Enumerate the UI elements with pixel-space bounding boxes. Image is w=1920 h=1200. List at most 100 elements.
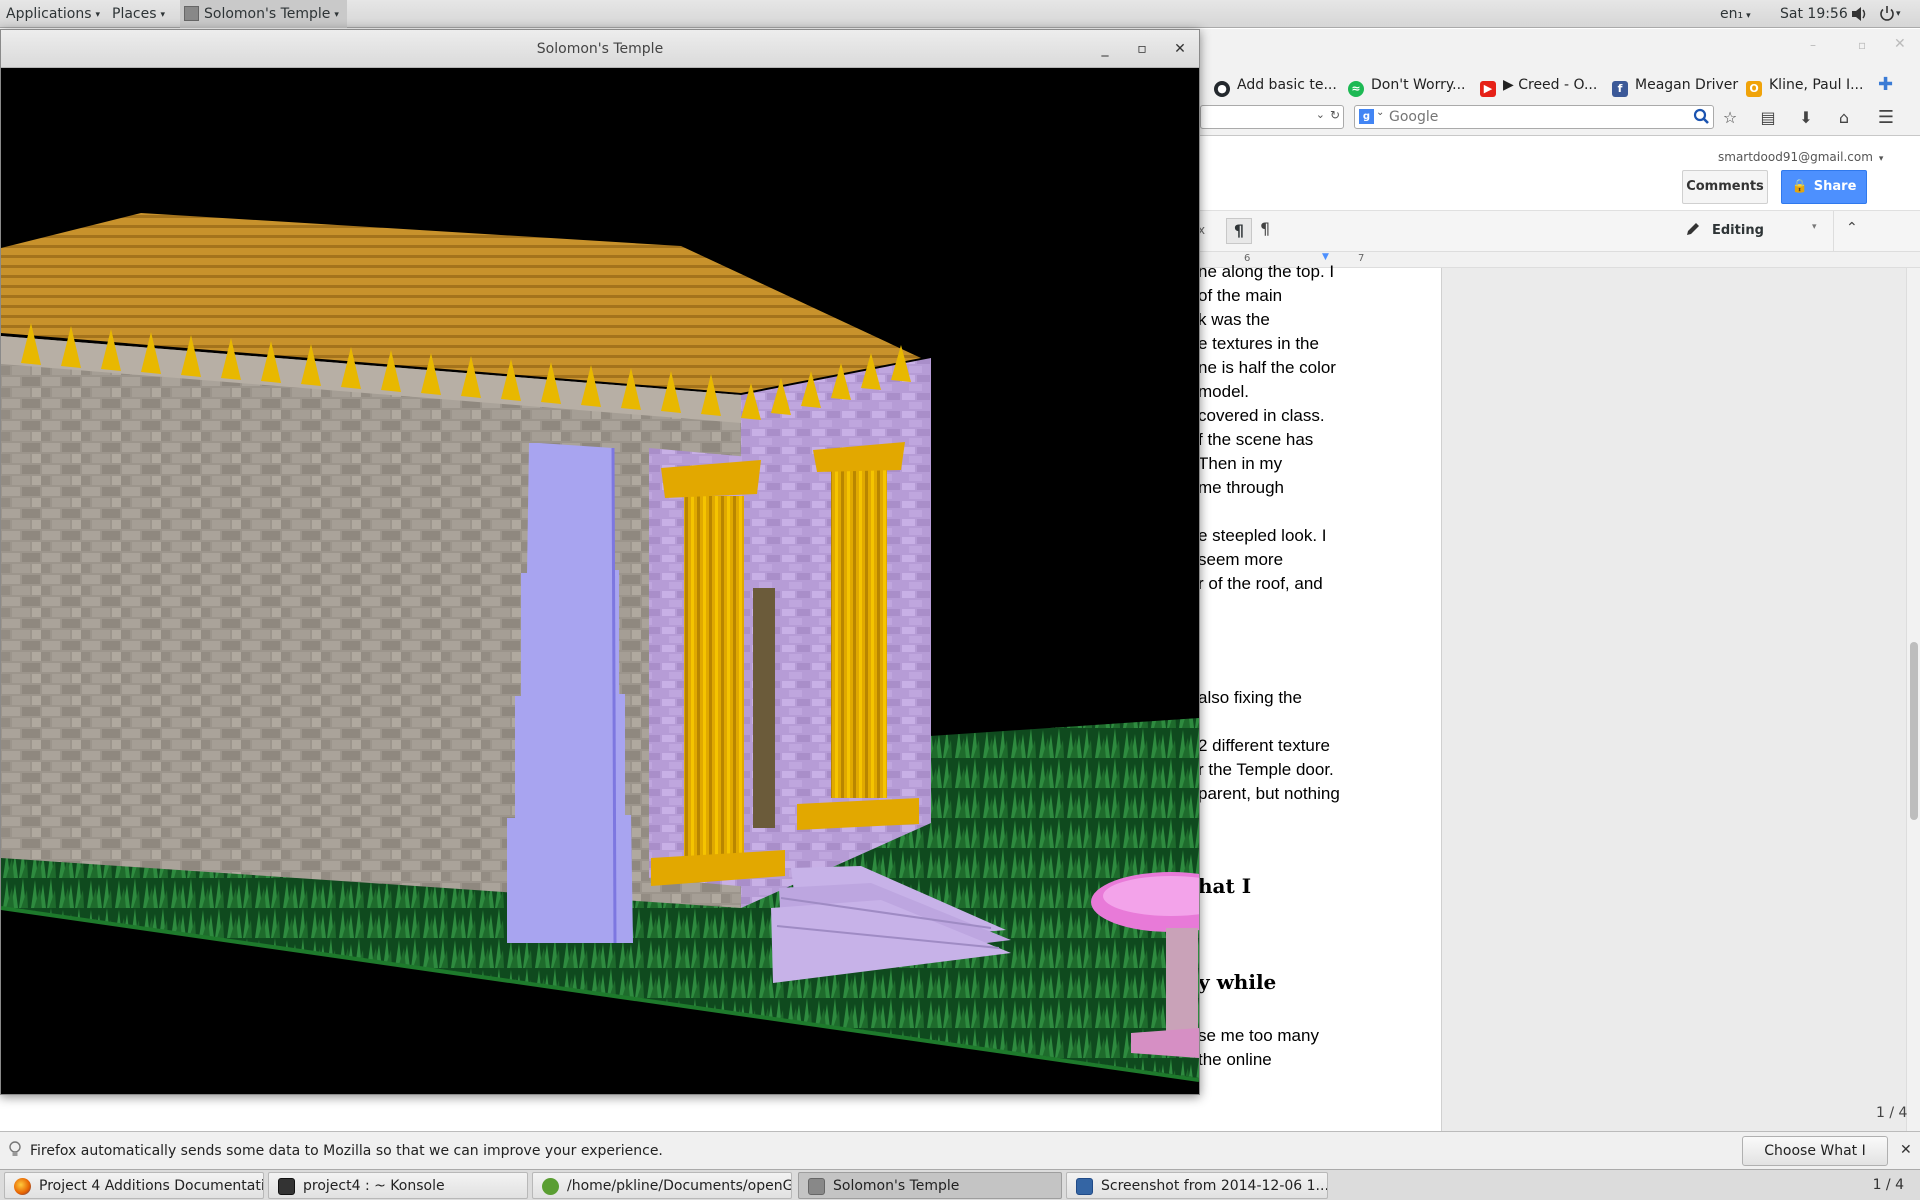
doc-text-line: Then in my (1198, 454, 1283, 473)
taskbar-item-active[interactable]: Solomon's Temple (798, 1172, 1062, 1199)
taskbar-item[interactable]: Screenshot from 2014-12-06 1... (1066, 1172, 1328, 1199)
doc-text-line: of the main (1198, 286, 1283, 305)
share-button[interactable]: 🔒 Share (1781, 170, 1867, 204)
active-app-menu[interactable]: Solomon's Temple ▾ (180, 0, 347, 28)
taskbar-item[interactable]: /home/pkline/Documents/openGL... (532, 1172, 792, 1199)
page-strip: 1 / 4 (0, 1097, 1920, 1131)
rtl-paragraph-icon[interactable]: ¶ (1260, 219, 1270, 238)
chevron-down-icon[interactable]: ▾ (1896, 0, 1901, 28)
close-icon[interactable]: ✕ (1170, 39, 1190, 59)
bookmark-item[interactable]: ≈ Don't Worry... (1348, 74, 1466, 97)
maximize-icon[interactable]: ▫ (1132, 39, 1152, 59)
account-email: smartdood91@gmail.com (1718, 150, 1873, 164)
ltr-paragraph-icon[interactable]: ¶ (1226, 218, 1252, 244)
opengl-scene[interactable] (1, 68, 1199, 1094)
reading-list-icon[interactable]: ▤ (1756, 106, 1780, 130)
doc-text-line: 2 different texture (1198, 736, 1330, 755)
opengl-window: Solomon's Temple _ ▫ ✕ (0, 29, 1200, 1095)
doc-text-line: seem more (1198, 550, 1284, 569)
minimize-icon[interactable]: – (1810, 38, 1816, 52)
editing-mode-label[interactable]: Editing (1712, 223, 1764, 238)
doc-text-line: the online (1198, 1050, 1272, 1069)
search-bar[interactable]: g ⌄ (1354, 105, 1714, 129)
column-left (684, 496, 744, 856)
bookmark-item[interactable]: ● Add basic te... (1214, 74, 1337, 97)
collapse-icon[interactable]: ⌃ (1846, 220, 1858, 236)
outlook-icon: O (1746, 81, 1762, 97)
taskbar-label: Screenshot from 2014-12-06 1... (1101, 1178, 1328, 1194)
search-icon[interactable] (1693, 108, 1710, 129)
notification-bar: Firefox automatically sends some data to… (0, 1131, 1920, 1187)
image-viewer-icon (1076, 1178, 1093, 1195)
doc-heading: y while (1198, 970, 1277, 994)
workspace-indicator[interactable]: 1 / 4 (1873, 1177, 1904, 1193)
keyboard-layout[interactable]: en₁ ▾ (1720, 0, 1751, 28)
reload-icon[interactable]: ↻ (1330, 108, 1340, 122)
pencil-icon (1684, 220, 1702, 242)
comments-button[interactable]: Comments (1682, 170, 1768, 204)
home-icon[interactable]: ⌂ (1832, 106, 1856, 130)
bookmark-star-icon[interactable]: ☆ (1718, 106, 1742, 130)
spotify-icon: ≈ (1348, 81, 1364, 97)
clock[interactable]: Sat 19:56 (1780, 0, 1848, 28)
add-bookmark-icon[interactable]: ✚ (1878, 74, 1893, 96)
app-icon (184, 6, 199, 21)
menu-icon[interactable]: ☰ (1874, 106, 1898, 130)
document-page[interactable]: ne along the top. I of the main k was th… (1198, 262, 1442, 1131)
window-list: Project 4 Additions Documentatio... proj… (0, 1169, 1920, 1200)
ruler-mark: 7 (1358, 253, 1365, 264)
bookmark-item[interactable]: ▶ ▶ Creed - O... (1480, 74, 1598, 97)
taskbar-label: Solomon's Temple (833, 1178, 960, 1194)
chevron-down-icon[interactable]: ⌄ (1316, 108, 1325, 121)
doc-text-line: me through (1198, 478, 1284, 497)
url-bar[interactable]: ⌄ ↻ (1200, 105, 1344, 129)
google-icon: g (1359, 109, 1374, 124)
docs-toolbar: x ¶ ¶ Editing ▾ ⌃ (1198, 210, 1920, 252)
doc-text-line: model. (1198, 382, 1250, 401)
temple-door (753, 588, 775, 828)
maximize-icon[interactable]: ▫ (1858, 38, 1866, 52)
doc-text-line: covered in class. (1198, 406, 1325, 425)
places-menu[interactable]: Places ▾ (112, 0, 165, 28)
document-scrollbar[interactable] (1906, 268, 1920, 1131)
chevron-down-icon[interactable]: ▾ (1812, 222, 1817, 232)
close-icon[interactable]: ✕ (1894, 36, 1906, 52)
chevron-down-icon: ▾ (1746, 11, 1751, 21)
taskbar-item[interactable]: Project 4 Additions Documentatio... (4, 1172, 264, 1199)
volume-icon[interactable] (1850, 0, 1868, 28)
chevron-down-icon: ▾ (334, 10, 339, 20)
doc-text-line: e steepled look. I (1198, 526, 1327, 545)
power-icon[interactable] (1878, 0, 1896, 28)
chevron-down-icon[interactable]: ⌄ (1376, 107, 1384, 118)
lock-icon: 🔒 (1791, 179, 1808, 194)
bookmark-label: ▶ Creed - O... (1503, 77, 1598, 93)
bookmark-label: Kline, Paul I... (1769, 77, 1864, 93)
doc-text-line: f the scene has (1198, 430, 1314, 449)
scrollbar-thumb[interactable] (1910, 642, 1918, 820)
doc-text-line: ne along the top. I (1198, 262, 1335, 281)
bookmarks-toolbar: ● Add basic te... ≈ Don't Worry... ▶ ▶ Cree… (1198, 68, 1920, 100)
column-right (831, 468, 887, 798)
doc-text-line: also fixing the (1198, 688, 1302, 707)
page-counter: 1 / 4 (1876, 1105, 1908, 1121)
navigation-toolbar: ⌄ ↻ g ⌄ ☆ ▤ ⬇ ⌂ ☰ (1198, 100, 1920, 136)
applications-label: Applications (6, 6, 92, 22)
minimize-icon[interactable]: _ (1095, 39, 1115, 59)
facebook-icon: f (1612, 81, 1628, 97)
bookmark-item[interactable]: f Meagan Driver (1612, 74, 1738, 97)
close-icon[interactable]: ✕ (1900, 1142, 1912, 1158)
chevron-down-icon: ▾ (160, 10, 166, 20)
ruler-indent-marker[interactable]: ▼ (1322, 252, 1329, 262)
search-input[interactable] (1389, 108, 1679, 126)
applications-menu[interactable]: Applications ▾ (6, 0, 100, 28)
window-titlebar[interactable]: Solomon's Temple _ ▫ ✕ (1, 30, 1199, 68)
bookmark-item[interactable]: O Kline, Paul I... (1746, 74, 1864, 97)
keyboard-label: en₁ (1720, 6, 1744, 22)
taskbar-label: project4 : ~ Konsole (303, 1178, 445, 1194)
toolbar-divider (1833, 211, 1834, 251)
choose-what-i-share-button[interactable]: Choose What I Share (1742, 1136, 1888, 1187)
account-switcher[interactable]: smartdood91@gmail.com ▾ (1718, 150, 1883, 164)
document-canvas: ne along the top. I of the main k was th… (1198, 262, 1920, 1131)
taskbar-item[interactable]: project4 : ~ Konsole (268, 1172, 528, 1199)
download-icon[interactable]: ⬇ (1794, 106, 1818, 130)
